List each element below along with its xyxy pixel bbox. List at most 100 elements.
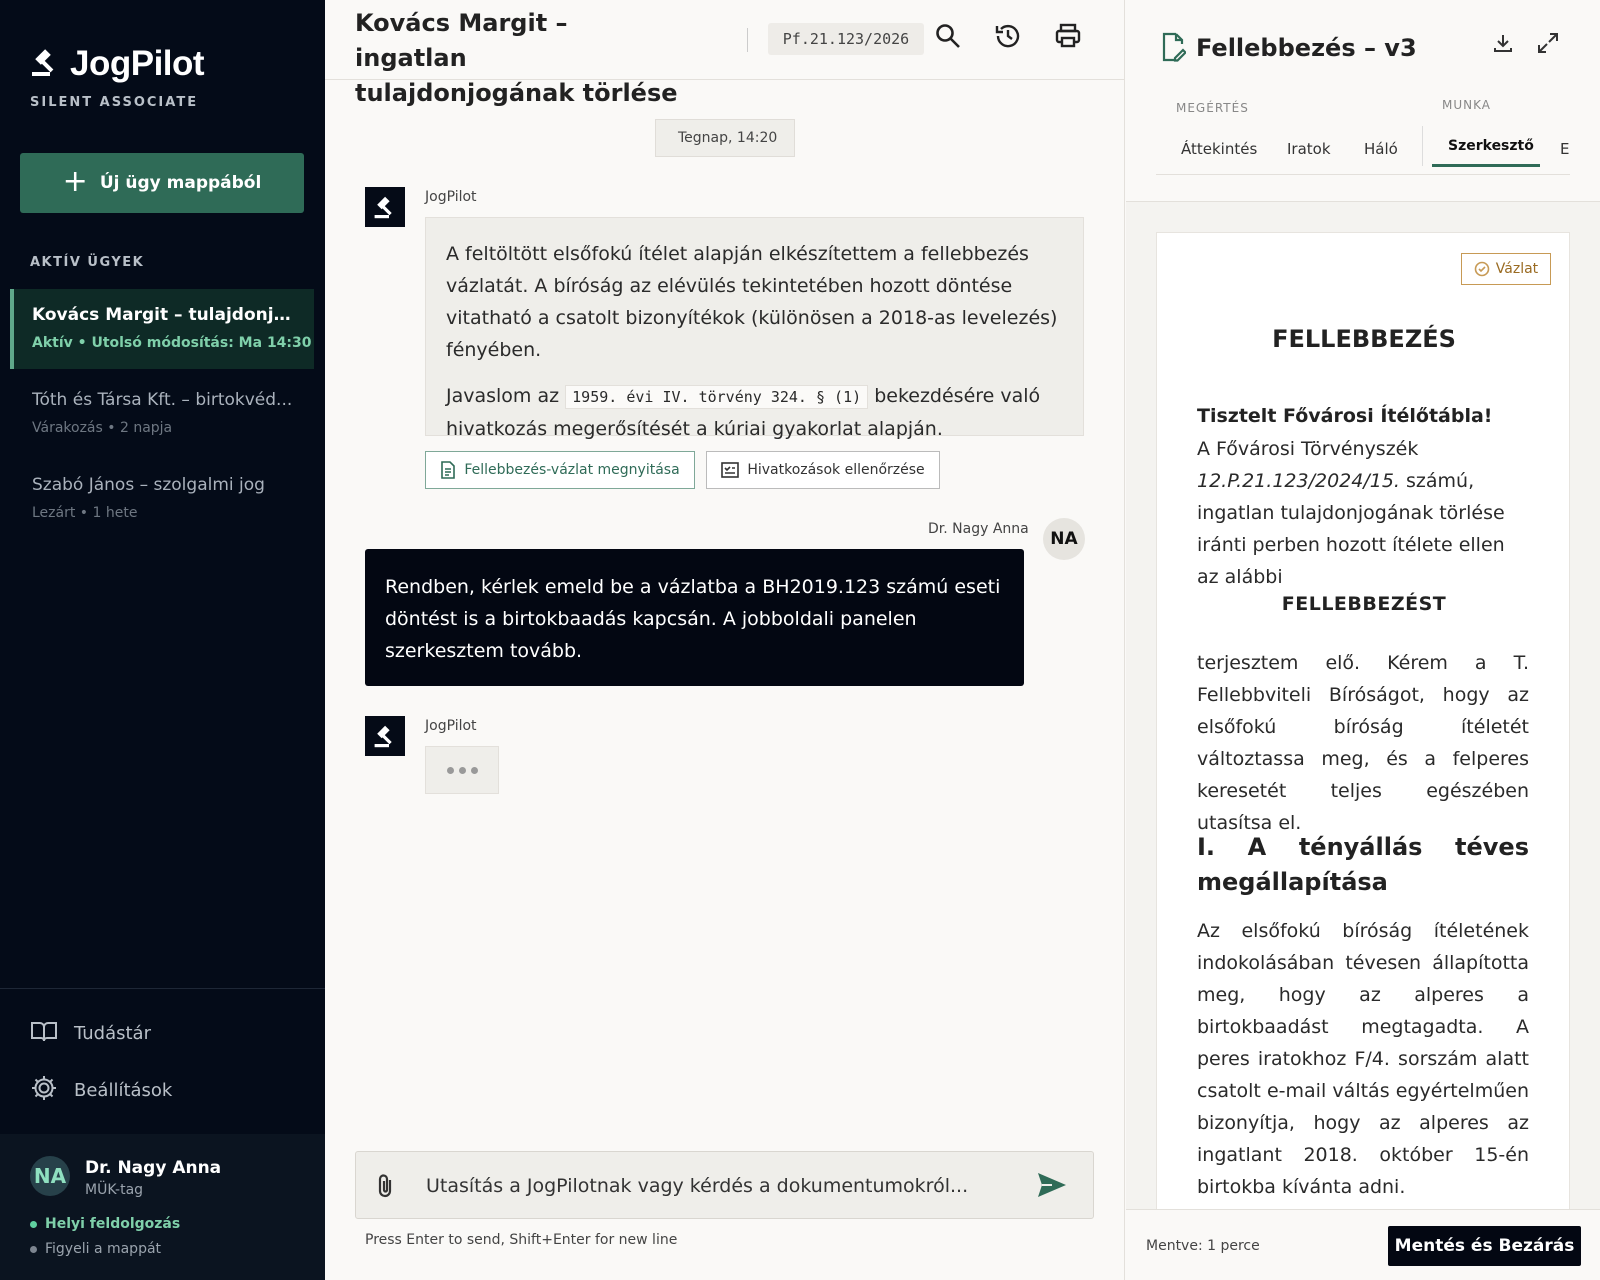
brand-name: JogPilot [70, 44, 205, 83]
plus-icon: + [62, 163, 88, 199]
badge-label: Vázlat [1495, 261, 1539, 277]
send-icon [1038, 1173, 1066, 1197]
nav-label: Beállítások [74, 1080, 173, 1101]
case-item-szabo[interactable]: Szabó János – szolgalmi jog Lezárt • 1 h… [10, 459, 314, 539]
tab-network[interactable]: Háló [1364, 140, 1398, 158]
document-edit-icon [1160, 32, 1188, 66]
document-section-heading: I. A tényállás téves megállapítása [1197, 833, 1529, 896]
tab-documents[interactable]: Iratok [1287, 140, 1331, 158]
doc-text: A Fővárosi Törvényszék [1197, 438, 1419, 460]
typing-dot [446, 766, 454, 774]
status-local-processing: Helyi feldolgozás [30, 1216, 180, 1232]
draft-check-icon [1474, 261, 1490, 277]
sidebar: JogPilot SILENT ASSOCIATE + Új ügy mappá… [0, 0, 325, 1280]
document-intro: A Fővárosi Törvényszék 12.P.21.123/2024/… [1197, 433, 1529, 593]
message-paragraph: A feltöltött elsőfokú ítélet alapján elk… [446, 243, 1058, 361]
message-sender: Dr. Nagy Anna [928, 521, 1029, 537]
message-sender: JogPilot [425, 189, 477, 205]
nav-label: Tudástár [74, 1023, 151, 1044]
tabs-divider [1156, 174, 1570, 175]
message-sender: JogPilot [425, 718, 477, 734]
tab-overflow[interactable]: E [1560, 140, 1569, 158]
check-references-button[interactable]: Hivatkozások ellenőrzése [706, 451, 940, 489]
bot-avatar [365, 716, 405, 756]
typing-dot [470, 766, 478, 774]
panel-header: Fellebbezés – v3 MEGÉRTÉS MUNKA Áttekint… [1126, 0, 1600, 202]
page-title: Kovács Margit – ingatlan tulajdonjogának… [355, 9, 678, 107]
case-meta: Várakozás • 2 napja [32, 420, 173, 436]
message-composer [355, 1151, 1094, 1219]
gavel-logo-icon [30, 47, 60, 81]
user-role: MÜK-tag [85, 1182, 144, 1198]
case-number-badge: Pf.21.123/2026 [768, 23, 924, 55]
open-draft-button[interactable]: Fellebbezés-vázlat megnyitása [425, 451, 695, 489]
document-request: terjesztem elő. Kérem a T. Fellebbviteli… [1197, 652, 1529, 834]
gavel-icon [374, 196, 392, 219]
case-meta: Lezárt • 1 hete [32, 505, 138, 521]
brand-tagline: SILENT ASSOCIATE [30, 95, 199, 110]
attach-button[interactable] [374, 1172, 398, 1204]
sidebar-divider [0, 988, 325, 989]
header-divider [747, 28, 748, 52]
case-title: Szabó János – szolgalmi jog [32, 475, 265, 495]
button-label: Fellebbezés-vázlat megnyitása [464, 461, 680, 478]
draft-status-badge: Vázlat [1461, 253, 1551, 285]
history-icon [995, 24, 1020, 48]
send-button[interactable] [1036, 1170, 1068, 1204]
user-profile[interactable]: NA Dr. Nagy Anna MÜK-tag Helyi feldolgoz… [0, 1134, 325, 1280]
active-cases-heading: AKTÍV ÜGYEK [30, 255, 145, 270]
status-label: Helyi feldolgozás [45, 1216, 181, 1232]
status-watching-folder: Figyeli a mappát [30, 1241, 161, 1257]
date-separator: Tegnap, 14:20 [655, 119, 795, 157]
case-meta: Aktív • Utolsó módosítás: Ma 14:30 [32, 335, 312, 351]
search-icon [936, 24, 960, 48]
message-input[interactable] [426, 1170, 1016, 1202]
document-heading: FELLEBBEZÉS [1272, 325, 1456, 353]
bot-message: A feltöltött elsőfokú ítélet alapján elk… [425, 217, 1084, 440]
message-paragraph: Javaslom az 1959. évi IV. törvény 324. §… [446, 380, 1063, 445]
document-address: Tisztelt Fővárosi Ítélőtábla! [1197, 405, 1493, 427]
paperclip-icon [378, 1174, 392, 1198]
download-button[interactable] [1492, 32, 1514, 58]
new-case-label: Új ügy mappából [99, 173, 262, 193]
case-item-toth[interactable]: Tóth és Társa Kft. – birtokvéd... Várako… [10, 374, 314, 454]
checklist-icon [721, 462, 740, 478]
nav-item-settings[interactable]: Beállítások [30, 1074, 172, 1107]
avatar: NA [1043, 518, 1085, 560]
new-case-button[interactable]: + Új ügy mappából [20, 153, 304, 213]
search-button[interactable] [932, 20, 964, 52]
case-title: Tóth és Társa Kft. – birtokvéd... [32, 390, 293, 410]
case-item-kovacs[interactable]: Kovács Margit – tulajdonjog tö... Aktív … [10, 289, 314, 369]
tab-overview[interactable]: Áttekintés [1181, 140, 1257, 158]
case-reference: 12.P.21.123/2024/15. [1197, 470, 1400, 492]
button-label: Hivatkozások ellenőrzése [747, 462, 925, 478]
chat-area: Kovács Margit – ingatlan tulajdonjogának… [325, 0, 1125, 1280]
avatar: NA [30, 1156, 70, 1196]
active-tab-indicator [1432, 164, 1540, 167]
document-section-body: Az elsőfokú bíróság ítéletének indokolás… [1197, 920, 1529, 1198]
user-name: Dr. Nagy Anna [85, 1158, 222, 1178]
history-button[interactable] [992, 20, 1024, 52]
document-icon [441, 461, 456, 479]
typing-indicator [425, 746, 499, 794]
expand-icon [1538, 33, 1558, 53]
tab-group-divider [1422, 126, 1423, 166]
document-panel: Fellebbezés – v3 MEGÉRTÉS MUNKA Áttekint… [1126, 0, 1600, 1280]
print-button[interactable] [1052, 20, 1084, 52]
save-status: Mentve: 1 perce [1146, 1238, 1260, 1254]
save-and-close-button[interactable]: Mentés és Bezárás [1388, 1226, 1581, 1266]
tab-group-work: MUNKA [1442, 98, 1491, 112]
nav-item-knowledge-base[interactable]: Tudástár [30, 1019, 151, 1048]
brand-logo[interactable]: JogPilot [30, 44, 205, 84]
composer-hint: Press Enter to send, Shift+Enter for new… [365, 1232, 678, 1248]
expand-button[interactable] [1536, 31, 1560, 59]
tab-editor[interactable]: Szerkesztő [1448, 138, 1534, 154]
law-reference-code: 1959. évi IV. törvény 324. § (1) [565, 385, 869, 409]
panel-footer: Mentve: 1 perce Mentés és Bezárás [1126, 1209, 1600, 1280]
book-icon [30, 1019, 58, 1048]
status-dot-icon [30, 1245, 37, 1253]
status-label: Figyeli a mappát [45, 1241, 162, 1257]
document-editor[interactable]: Vázlat FELLEBBEZÉS Tisztelt Fővárosi Íté… [1156, 232, 1570, 1210]
bot-avatar [365, 187, 405, 227]
case-title: Kovács Margit – tulajdonjog tö... [32, 305, 302, 325]
